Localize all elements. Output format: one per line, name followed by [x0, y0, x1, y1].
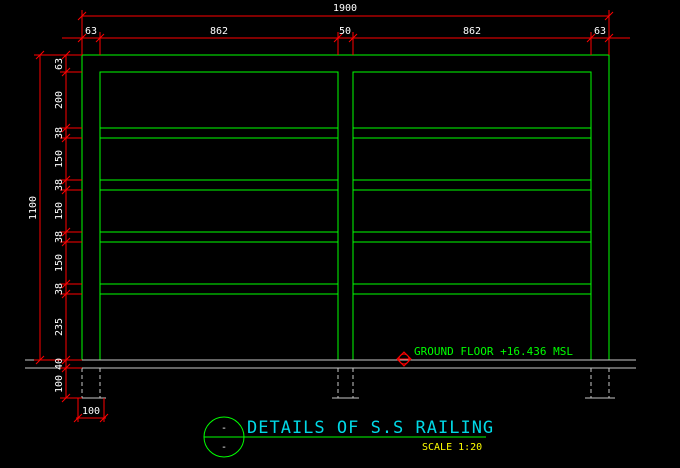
- railing-frame: [81, 54, 610, 361]
- title-block: - - DETAILS OF S.S RAILING SCALE 1:20: [203, 416, 494, 458]
- dim-v-38c: 38: [54, 231, 65, 243]
- dim-v-150c: 150: [54, 254, 65, 272]
- dim-post-mid: 50: [339, 26, 351, 37]
- dim-post-right: 63: [594, 26, 606, 37]
- dim-v-63: 63: [54, 58, 65, 70]
- railing-drawing: GROUND FLOOR +16.436 MSL 1900 63 862 50 …: [0, 0, 680, 468]
- left-dimension-chain: 63 200 38 150 38 150 38 150 38 235 40 10…: [54, 50, 82, 403]
- level-marker: GROUND FLOOR +16.436 MSL: [396, 345, 573, 367]
- dim-v-38a: 38: [54, 127, 65, 139]
- dim-v-40: 40: [54, 358, 65, 370]
- dim-post-left: 63: [85, 26, 97, 37]
- dim-v-150b: 150: [54, 202, 65, 220]
- dim-span-left: 862: [210, 26, 228, 37]
- right-panel: [352, 71, 592, 361]
- bottom-post-dimension: 100: [73, 398, 109, 423]
- level-label: GROUND FLOOR +16.436 MSL: [414, 345, 573, 358]
- dim-v-38d: 38: [54, 283, 65, 295]
- dim-overall-width: 1900: [333, 3, 357, 14]
- dim-span-right: 862: [463, 26, 481, 37]
- dim-v-150a: 150: [54, 150, 65, 168]
- outer-frame: [81, 54, 610, 361]
- drawing-scale: SCALE 1:20: [422, 442, 482, 453]
- embedded-posts: [76, 368, 615, 399]
- left-rails: [100, 127, 338, 295]
- dim-post-width: 100: [82, 406, 100, 417]
- top-dimensions: 1900 63 862 50 862 63: [62, 3, 630, 55]
- dim-overall-height: 1100: [28, 196, 39, 220]
- dim-v-100: 100: [54, 375, 65, 393]
- dim-v-235: 235: [54, 318, 65, 336]
- dim-v-38b: 38: [54, 179, 65, 191]
- right-rails: [353, 127, 591, 295]
- title-symbol-bottom: -: [221, 442, 227, 453]
- left-panel: [99, 71, 339, 361]
- drawing-title: DETAILS OF S.S RAILING: [247, 418, 494, 438]
- ground-line: [25, 359, 636, 369]
- dim-v-200: 200: [54, 91, 65, 109]
- title-symbol-top: -: [221, 423, 227, 434]
